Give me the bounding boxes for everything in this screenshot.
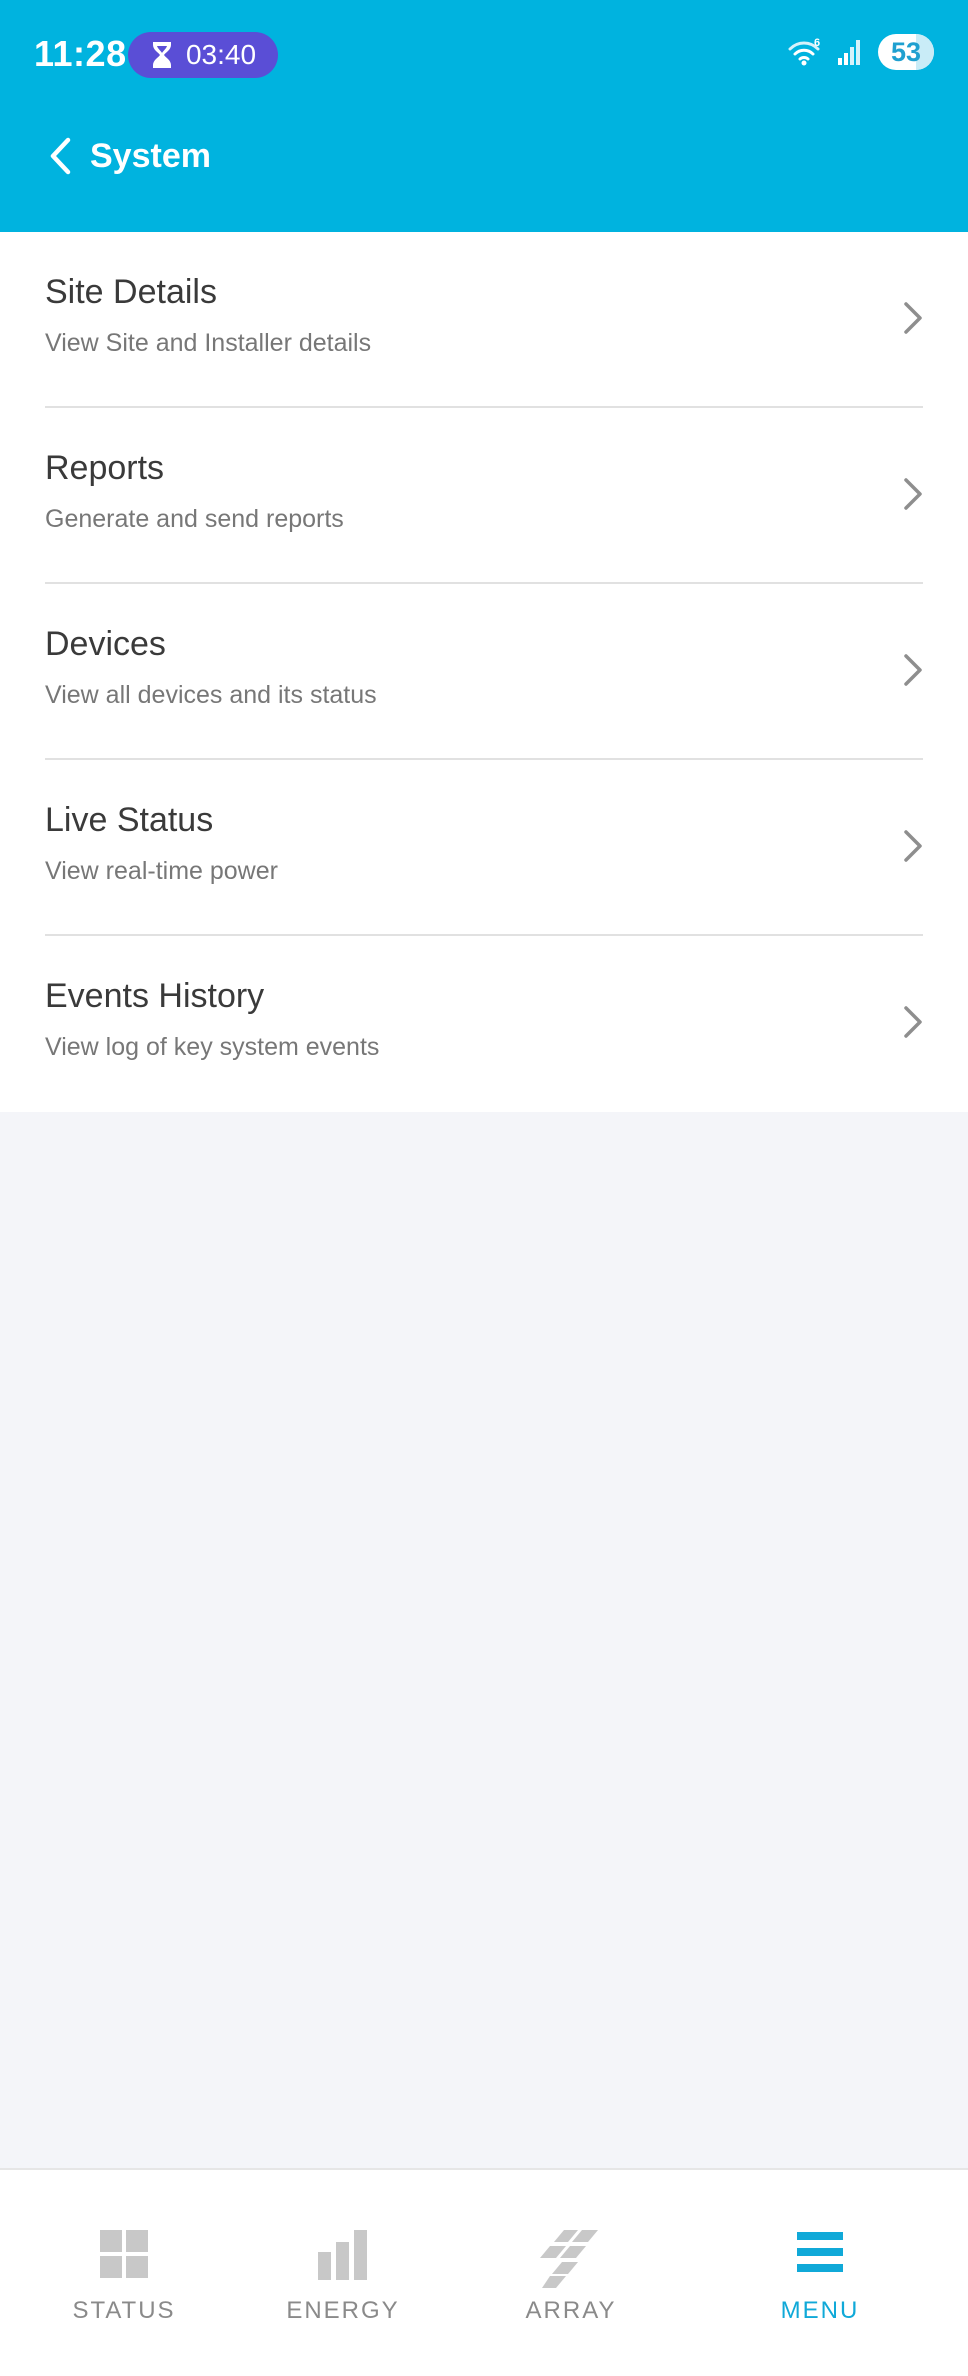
menu-item-devices[interactable]: Devices View all devices and its status [0, 584, 968, 760]
chevron-left-icon [50, 137, 71, 175]
menu-item-subtitle: View real-time power [45, 857, 278, 885]
menu-item-events-history[interactable]: Events History View log of key system ev… [0, 936, 968, 1112]
menu-item-title: Devices [45, 625, 166, 663]
menu-item-reports[interactable]: Reports Generate and send reports [0, 408, 968, 584]
battery-indicator: 53 [878, 34, 934, 70]
battery-level: 53 [890, 37, 922, 67]
wifi-icon: 6 [788, 37, 820, 66]
tab-menu[interactable]: MENU [720, 2170, 920, 2370]
menu-item-subtitle: View log of key system events [45, 1033, 380, 1061]
chevron-right-icon [904, 830, 922, 862]
system-menu-list: Site Details View Site and Installer det… [0, 232, 968, 1112]
menu-hamburger-icon [797, 2232, 843, 2272]
energy-bars-icon [318, 2230, 367, 2280]
tab-status[interactable]: STATUS [24, 2170, 224, 2370]
status-bar: 11:28 03:40 6 53 [0, 0, 968, 110]
menu-item-title: Reports [45, 449, 165, 487]
tab-label: ENERGY [286, 2297, 400, 2324]
page-title: System [90, 137, 211, 175]
menu-item-live-status[interactable]: Live Status View real-time power [0, 760, 968, 936]
timer-pill[interactable]: 03:40 [128, 32, 278, 78]
menu-item-subtitle: Generate and send reports [45, 505, 344, 533]
menu-item-subtitle: View Site and Installer details [45, 329, 372, 357]
wifi-badge: 6 [814, 37, 820, 49]
menu-item-subtitle: View all devices and its status [45, 681, 377, 709]
menu-item-site-details[interactable]: Site Details View Site and Installer det… [0, 232, 968, 408]
signal-icon [838, 40, 860, 65]
chevron-right-icon [904, 654, 922, 686]
bottom-tab-bar: STATUS ENERGY ARRAY MENU [0, 2168, 968, 2376]
tab-label: STATUS [72, 2297, 176, 2324]
app-header: 11:28 03:40 6 53 System [0, 0, 968, 232]
array-panels-icon [540, 2230, 598, 2288]
chevron-right-icon [904, 478, 922, 510]
tab-label: MENU [780, 2297, 860, 2324]
chevron-right-icon [904, 1006, 922, 1038]
menu-item-title: Live Status [45, 801, 214, 839]
back-button[interactable] [40, 136, 80, 176]
tab-array[interactable]: ARRAY [471, 2170, 671, 2370]
menu-item-title: Site Details [45, 273, 217, 311]
timer-text: 03:40 [185, 39, 257, 70]
status-icons: 6 53 [788, 34, 934, 70]
tab-label: ARRAY [525, 2297, 617, 2324]
tab-energy[interactable]: ENERGY [243, 2170, 443, 2370]
title-row: System [0, 120, 968, 192]
menu-item-title: Events History [45, 977, 265, 1015]
status-grid-icon [100, 2230, 148, 2278]
chevron-right-icon [904, 302, 922, 334]
status-time: 11:28 [34, 33, 127, 74]
hourglass-icon [152, 42, 171, 68]
